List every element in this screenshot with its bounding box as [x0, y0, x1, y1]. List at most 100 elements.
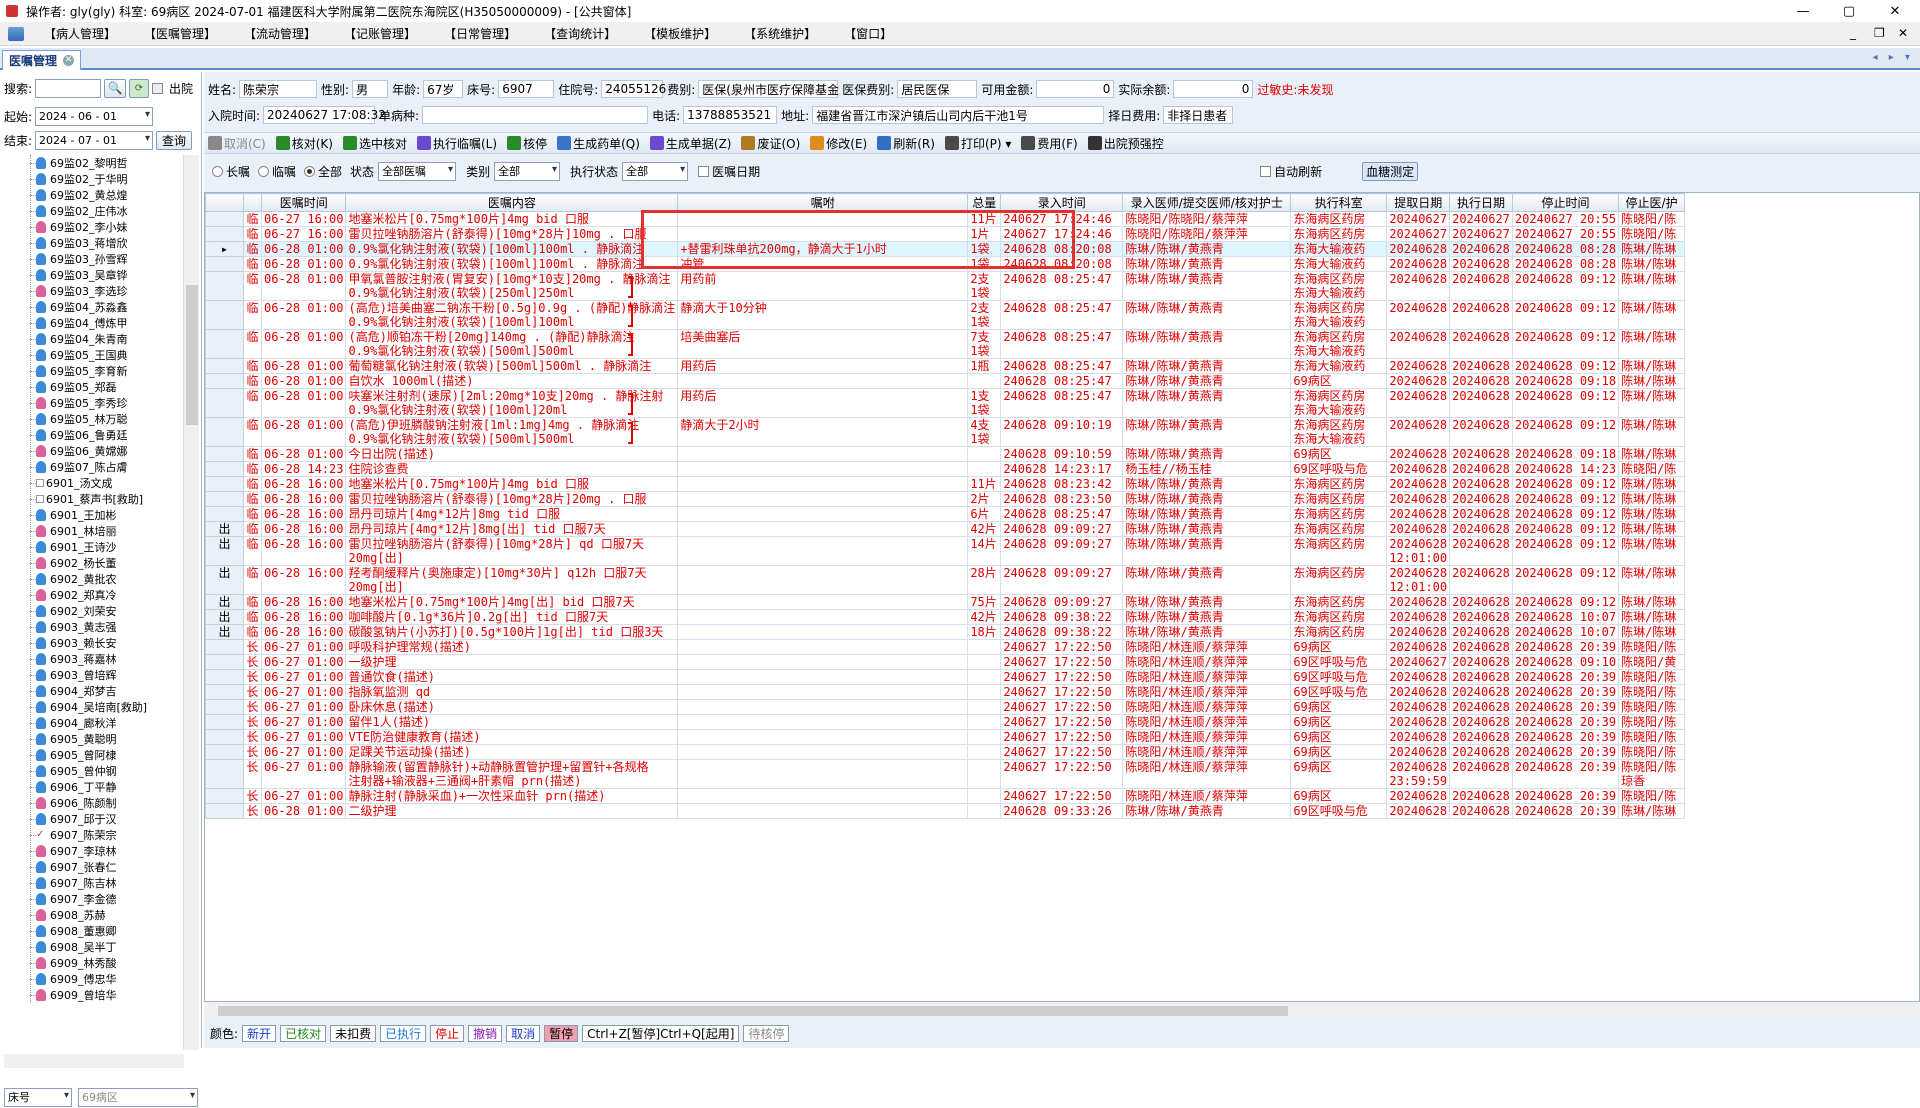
menu-system[interactable]: 【系统维护】	[744, 25, 816, 42]
start-date-picker[interactable]: 2024 - 06 - 01	[35, 106, 154, 126]
patient-tree-item[interactable]: 6907_张春仁	[30, 859, 182, 875]
refresh-list-button[interactable]: ⟳	[129, 78, 150, 98]
close-button[interactable]: ✕	[1872, 0, 1918, 22]
patient-tree-item[interactable]: 6901_王加彬	[30, 507, 182, 523]
order-row[interactable]: 长 06-27 01:00 足踝关节运动操(描述) 240627 17:22:50 陈晓…	[205, 744, 1686, 760]
patient-tree-item[interactable]: 6904_吴培南[救助]	[30, 699, 182, 715]
toolbar-button[interactable]: 生成药单(Q)	[557, 135, 640, 152]
order-row[interactable]: 长 06-27 01:00 一级护理 240627 17:22:50 陈晓阳/林连顺/蔡…	[205, 654, 1686, 670]
patient-tree-item[interactable]: 6902_郑真冷	[30, 587, 182, 603]
patient-tree-item[interactable]: 6905_黄聪明	[30, 731, 182, 747]
patient-tree-item[interactable]: 69监03_李选珍	[30, 283, 182, 299]
toolbar-button[interactable]: 选中核对	[342, 135, 407, 152]
all-radio[interactable]	[304, 165, 316, 177]
column-header[interactable]: 录入时间	[1000, 193, 1124, 212]
patient-tree-item[interactable]: 69监05_林万聪	[30, 411, 182, 427]
patient-tree-item[interactable]: 6903_赖长安	[30, 635, 182, 651]
search-input[interactable]	[35, 78, 102, 98]
patient-tree-item[interactable]: 6902_杨长董	[30, 555, 182, 571]
order-row[interactable]: 出临 06-28 16:00 碳酸氢钠片(小苏打)[0.5g*100片]1g[出] …	[205, 624, 1686, 640]
patient-tree-item[interactable]: 6907_李金德	[30, 891, 182, 907]
patient-tree-item[interactable]: 6909_林秀酸	[30, 955, 182, 971]
order-row[interactable]: 临 06-28 01:00 (高危)顺铂冻干粉[20mg]140mg . (静配)静…	[205, 329, 1686, 359]
patient-tree-item[interactable]: 69监05_李育新	[30, 363, 182, 379]
patient-tree-item[interactable]: 6901_林培丽	[30, 523, 182, 539]
tab-nav-arrows[interactable]: ◂ ▸ ▾	[1873, 52, 1914, 63]
patient-tree-item[interactable]: 6903_曾培辉	[30, 667, 182, 683]
patient-tree-item[interactable]: 69监03_蒋增欣	[30, 235, 182, 251]
toolbar-button[interactable]: 核停	[507, 135, 547, 152]
patient-tree-item[interactable]: 69监05_李秀珍	[30, 395, 182, 411]
mdi-minimize-button[interactable]: _	[1850, 26, 1856, 40]
column-header[interactable]: 总量	[967, 193, 1002, 212]
order-row[interactable]: 出临 06-28 16:00 昂丹司琼片[4mg*12片]8mg[出] tid 口服…	[205, 521, 1686, 537]
exec-status-select[interactable]: 全部	[622, 161, 689, 181]
column-header[interactable]	[205, 193, 244, 212]
patient-tree-item[interactable]: 69监04_傅炼甲	[30, 315, 182, 331]
patient-tree-item[interactable]: 6909_曾培华	[30, 987, 182, 1003]
patient-tree-item[interactable]: 6904_郑梦吉	[30, 683, 182, 699]
order-row[interactable]: 临 06-27 16:00 地塞米松片[0.75mg*100片]4mg bid 口服…	[205, 211, 1686, 227]
patient-tree-item[interactable]: 6901_汤文成	[30, 475, 182, 491]
patient-tree-item[interactable]: 6908_董惠卿	[30, 923, 182, 939]
menu-orders[interactable]: 【医嘱管理】	[144, 25, 216, 42]
sort-by-select[interactable]: 床号	[4, 1087, 72, 1107]
toolbar-button[interactable]: 废证(O)	[741, 135, 800, 152]
column-header[interactable]	[243, 193, 262, 212]
patient-tree-item[interactable]: 69监02_李小妹	[30, 219, 182, 235]
auto-refresh-checkbox[interactable]	[1260, 165, 1272, 177]
patient-tree-item[interactable]: 69监02_庄伟冰	[30, 203, 182, 219]
column-header[interactable]: 医嘱时间	[260, 193, 347, 212]
order-date-checkbox[interactable]	[698, 165, 710, 177]
end-date-picker[interactable]: 2024 - 07 - 01	[35, 130, 154, 150]
patient-tree-item[interactable]: 6906_丁平静	[30, 779, 182, 795]
column-header[interactable]: 医嘱内容	[345, 193, 679, 212]
patient-tree-hscrollbar[interactable]	[4, 1054, 184, 1068]
patient-tree-item[interactable]: 69监07_陈占膚	[30, 459, 182, 475]
patient-tree-item[interactable]: 69监03_孙雪辉	[30, 251, 182, 267]
toolbar-button[interactable]: 执行临嘱(L)	[417, 135, 497, 152]
temporary-radio[interactable]	[258, 165, 270, 177]
patient-tree-item[interactable]: 6908_吴半丁	[30, 939, 182, 955]
order-row[interactable]: 长 06-27 01:00 留伴1人(描述) 240627 17:22:50 陈晓阳/林…	[205, 714, 1686, 730]
order-row[interactable]: 临 06-28 01:00 甲氧氯普胺注射液(胃复安)[10mg*10支]20mg …	[205, 271, 1686, 301]
patient-tree-item[interactable]: 69监02_黎明哲	[30, 155, 182, 171]
patient-tree-item[interactable]: 6903_蒋嘉林	[30, 651, 182, 667]
order-row[interactable]: 长 06-27 01:00 指脉氧监测 qd 240627 17:22:50 陈晓阳/林…	[205, 684, 1686, 700]
menu-window[interactable]: 【窗口】	[844, 25, 892, 42]
minimize-button[interactable]: —	[1780, 0, 1826, 22]
query-button[interactable]: 查询	[156, 130, 193, 150]
column-header[interactable]: 录入医师/提交医师/核对护士	[1122, 193, 1292, 212]
long-term-radio[interactable]	[212, 165, 223, 177]
patient-tree-item[interactable]: 6908_苏赫	[30, 907, 182, 923]
toolbar-button[interactable]: 取消(C)	[208, 135, 266, 152]
toolbar-button[interactable]: 打印(P) ▾	[944, 135, 1011, 152]
order-row[interactable]: 出临 06-28 16:00 羟考酮缓释片(奥施康定)[10mg*30片] q12h…	[205, 565, 1686, 595]
patient-tree-item[interactable]: 69监06_黄嫦娜	[30, 443, 182, 459]
order-row[interactable]: 长 06-28 01:00 二级护理 240628 09:33:26 陈琳/陈琳/黄燕青…	[205, 803, 1686, 819]
order-row[interactable]: 长 06-27 01:00 静脉输液(留置静脉针)+动静脉置管护理+留置针+各规格注…	[205, 759, 1686, 789]
patient-tree-item[interactable]: 6907_邱于汉	[30, 811, 182, 827]
toolbar-button[interactable]: 费用(F)	[1021, 135, 1078, 152]
order-row[interactable]: 临 06-28 16:00 昂丹司琼片[4mg*12片]8mg tid 口服 6片 24…	[205, 506, 1686, 522]
ward-select[interactable]: 69病区	[78, 1087, 198, 1107]
menu-query[interactable]: 【查询统计】	[544, 25, 616, 42]
patient-tree-item[interactable]: 69监02_黄总煌	[30, 187, 182, 203]
patient-tree-item[interactable]: 6901_蔡声书[救助]	[30, 491, 182, 507]
order-row[interactable]: 出临 06-28 16:00 雷贝拉唑钠肠溶片(舒泰得)[10mg*28片] qd …	[205, 536, 1686, 566]
order-row[interactable]: 临 06-28 01:00 今日出院(描述) 240628 09:10:59 陈琳/陈琳…	[205, 446, 1686, 462]
patient-tree-item[interactable]: 6902_刘荣安	[30, 603, 182, 619]
patient-tree-item[interactable]: 6907_李琼林	[30, 843, 182, 859]
patient-tree-item[interactable]: 6905_曾阿棣	[30, 747, 182, 763]
toolbar-button[interactable]: 生成单据(Z)	[649, 135, 731, 152]
patient-tree-item[interactable]: 6901_王诗沙	[30, 539, 182, 555]
tab-close-icon[interactable]: ✕	[63, 55, 75, 66]
column-header[interactable]: 提取日期	[1386, 193, 1451, 212]
patient-tree-scrollbar[interactable]	[183, 155, 199, 1050]
patient-tree-item[interactable]: 69监04_朱青南	[30, 331, 182, 347]
patient-tree-item[interactable]: ✓ 6907_陈荣宗	[30, 827, 182, 843]
scroll-thumb[interactable]	[186, 285, 198, 425]
order-row[interactable]: 长 06-27 01:00 普通饮食(描述) 240627 17:22:50 陈晓阳/林…	[205, 669, 1686, 685]
order-row[interactable]: 临 06-28 01:00 自饮水 1000ml(描述) 240628 08:25:4…	[205, 373, 1686, 389]
order-row[interactable]: 临 06-28 01:00 0.9%氯化钠注射液(软袋)[100ml]100ml .…	[205, 256, 1686, 272]
